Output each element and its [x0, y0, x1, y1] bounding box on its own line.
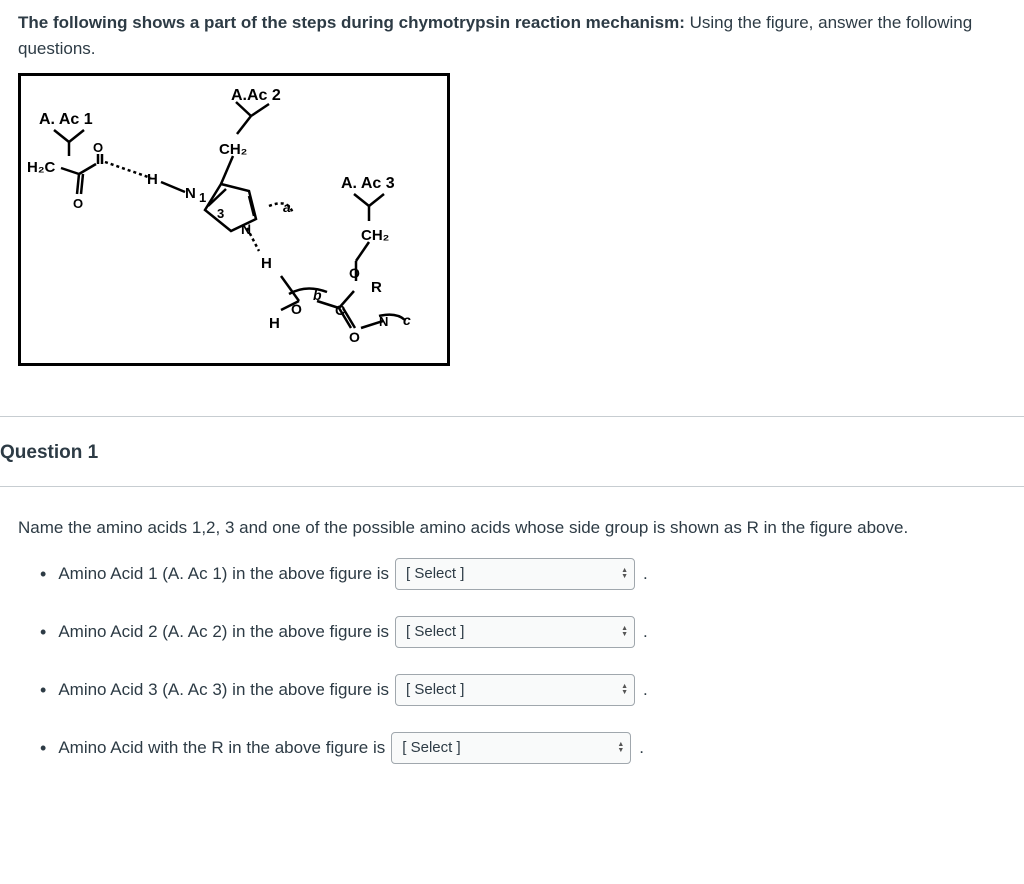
- svg-text:H: H: [269, 315, 280, 332]
- period: .: [643, 619, 648, 645]
- question-heading: Question 1: [0, 417, 1024, 487]
- svg-text:3: 3: [217, 206, 224, 221]
- answer-label-1: Amino Acid 1 (A. Ac 1) in the above figu…: [58, 561, 389, 587]
- select-aa3-text: [ Select ]: [406, 679, 464, 702]
- answer-label-4: Amino Acid with the R in the above figur…: [58, 735, 385, 761]
- svg-text:O: O: [349, 265, 360, 281]
- answer-label-2: Amino Acid 2 (A. Ac 2) in the above figu…: [58, 619, 389, 645]
- select-aa3[interactable]: [ Select ] ▲▼: [395, 674, 635, 706]
- label-h2c: H₂C: [27, 159, 55, 176]
- svg-text:N: N: [241, 221, 251, 237]
- answer-list: Amino Acid 1 (A. Ac 1) in the above figu…: [18, 558, 1006, 764]
- svg-text:a: a: [283, 199, 291, 215]
- answer-item-4: Amino Acid with the R in the above figur…: [40, 732, 1006, 764]
- svg-text:c: c: [403, 312, 411, 328]
- select-arrows-icon: ▲▼: [621, 626, 628, 638]
- select-arrows-icon: ▲▼: [621, 684, 628, 696]
- svg-text:CH₂: CH₂: [219, 141, 247, 158]
- svg-text:H: H: [147, 171, 158, 188]
- svg-text:1: 1: [199, 190, 206, 205]
- reaction-figure: A.Ac 2 A. Ac 1 A. Ac 3: [18, 73, 450, 366]
- select-arrows-icon: ▲▼: [617, 742, 624, 754]
- svg-text:b: b: [313, 287, 322, 303]
- svg-text:O: O: [291, 301, 302, 317]
- svg-text:R: R: [371, 279, 382, 296]
- svg-text:CH₂: CH₂: [361, 227, 389, 244]
- svg-text:O: O: [349, 329, 360, 345]
- svg-text:O: O: [73, 196, 83, 211]
- answer-item-2: Amino Acid 2 (A. Ac 2) in the above figu…: [40, 616, 1006, 648]
- select-aa2[interactable]: [ Select ] ▲▼: [395, 616, 635, 648]
- svg-text:O: O: [93, 140, 103, 155]
- svg-text:N: N: [185, 185, 196, 202]
- question-body: Name the amino acids 1,2, 3 and one of t…: [18, 515, 1006, 765]
- select-aa1[interactable]: [ Select ] ▲▼: [395, 558, 635, 590]
- answer-item-1: Amino Acid 1 (A. Ac 1) in the above figu…: [40, 558, 1006, 590]
- select-aa2-text: [ Select ]: [406, 621, 464, 644]
- select-aa1-text: [ Select ]: [406, 563, 464, 586]
- answer-item-3: Amino Acid 3 (A. Ac 3) in the above figu…: [40, 674, 1006, 706]
- period: .: [643, 677, 648, 703]
- period: .: [643, 561, 648, 587]
- svg-text:C: C: [335, 302, 345, 318]
- chem-structure: H₂C O O H N 1 CH₂ 3 N a H O H b CH₂ O R …: [21, 76, 447, 363]
- svg-text:N: N: [379, 314, 388, 329]
- select-aa-r-text: [ Select ]: [402, 737, 460, 760]
- select-aa-r[interactable]: [ Select ] ▲▼: [391, 732, 631, 764]
- intro-text: The following shows a part of the steps …: [18, 10, 1006, 61]
- select-arrows-icon: ▲▼: [621, 568, 628, 580]
- intro-bold: The following shows a part of the steps …: [18, 13, 685, 32]
- svg-text:H: H: [261, 255, 272, 272]
- answer-label-3: Amino Acid 3 (A. Ac 3) in the above figu…: [58, 677, 389, 703]
- question-text: Name the amino acids 1,2, 3 and one of t…: [18, 515, 1006, 541]
- period: .: [639, 735, 644, 761]
